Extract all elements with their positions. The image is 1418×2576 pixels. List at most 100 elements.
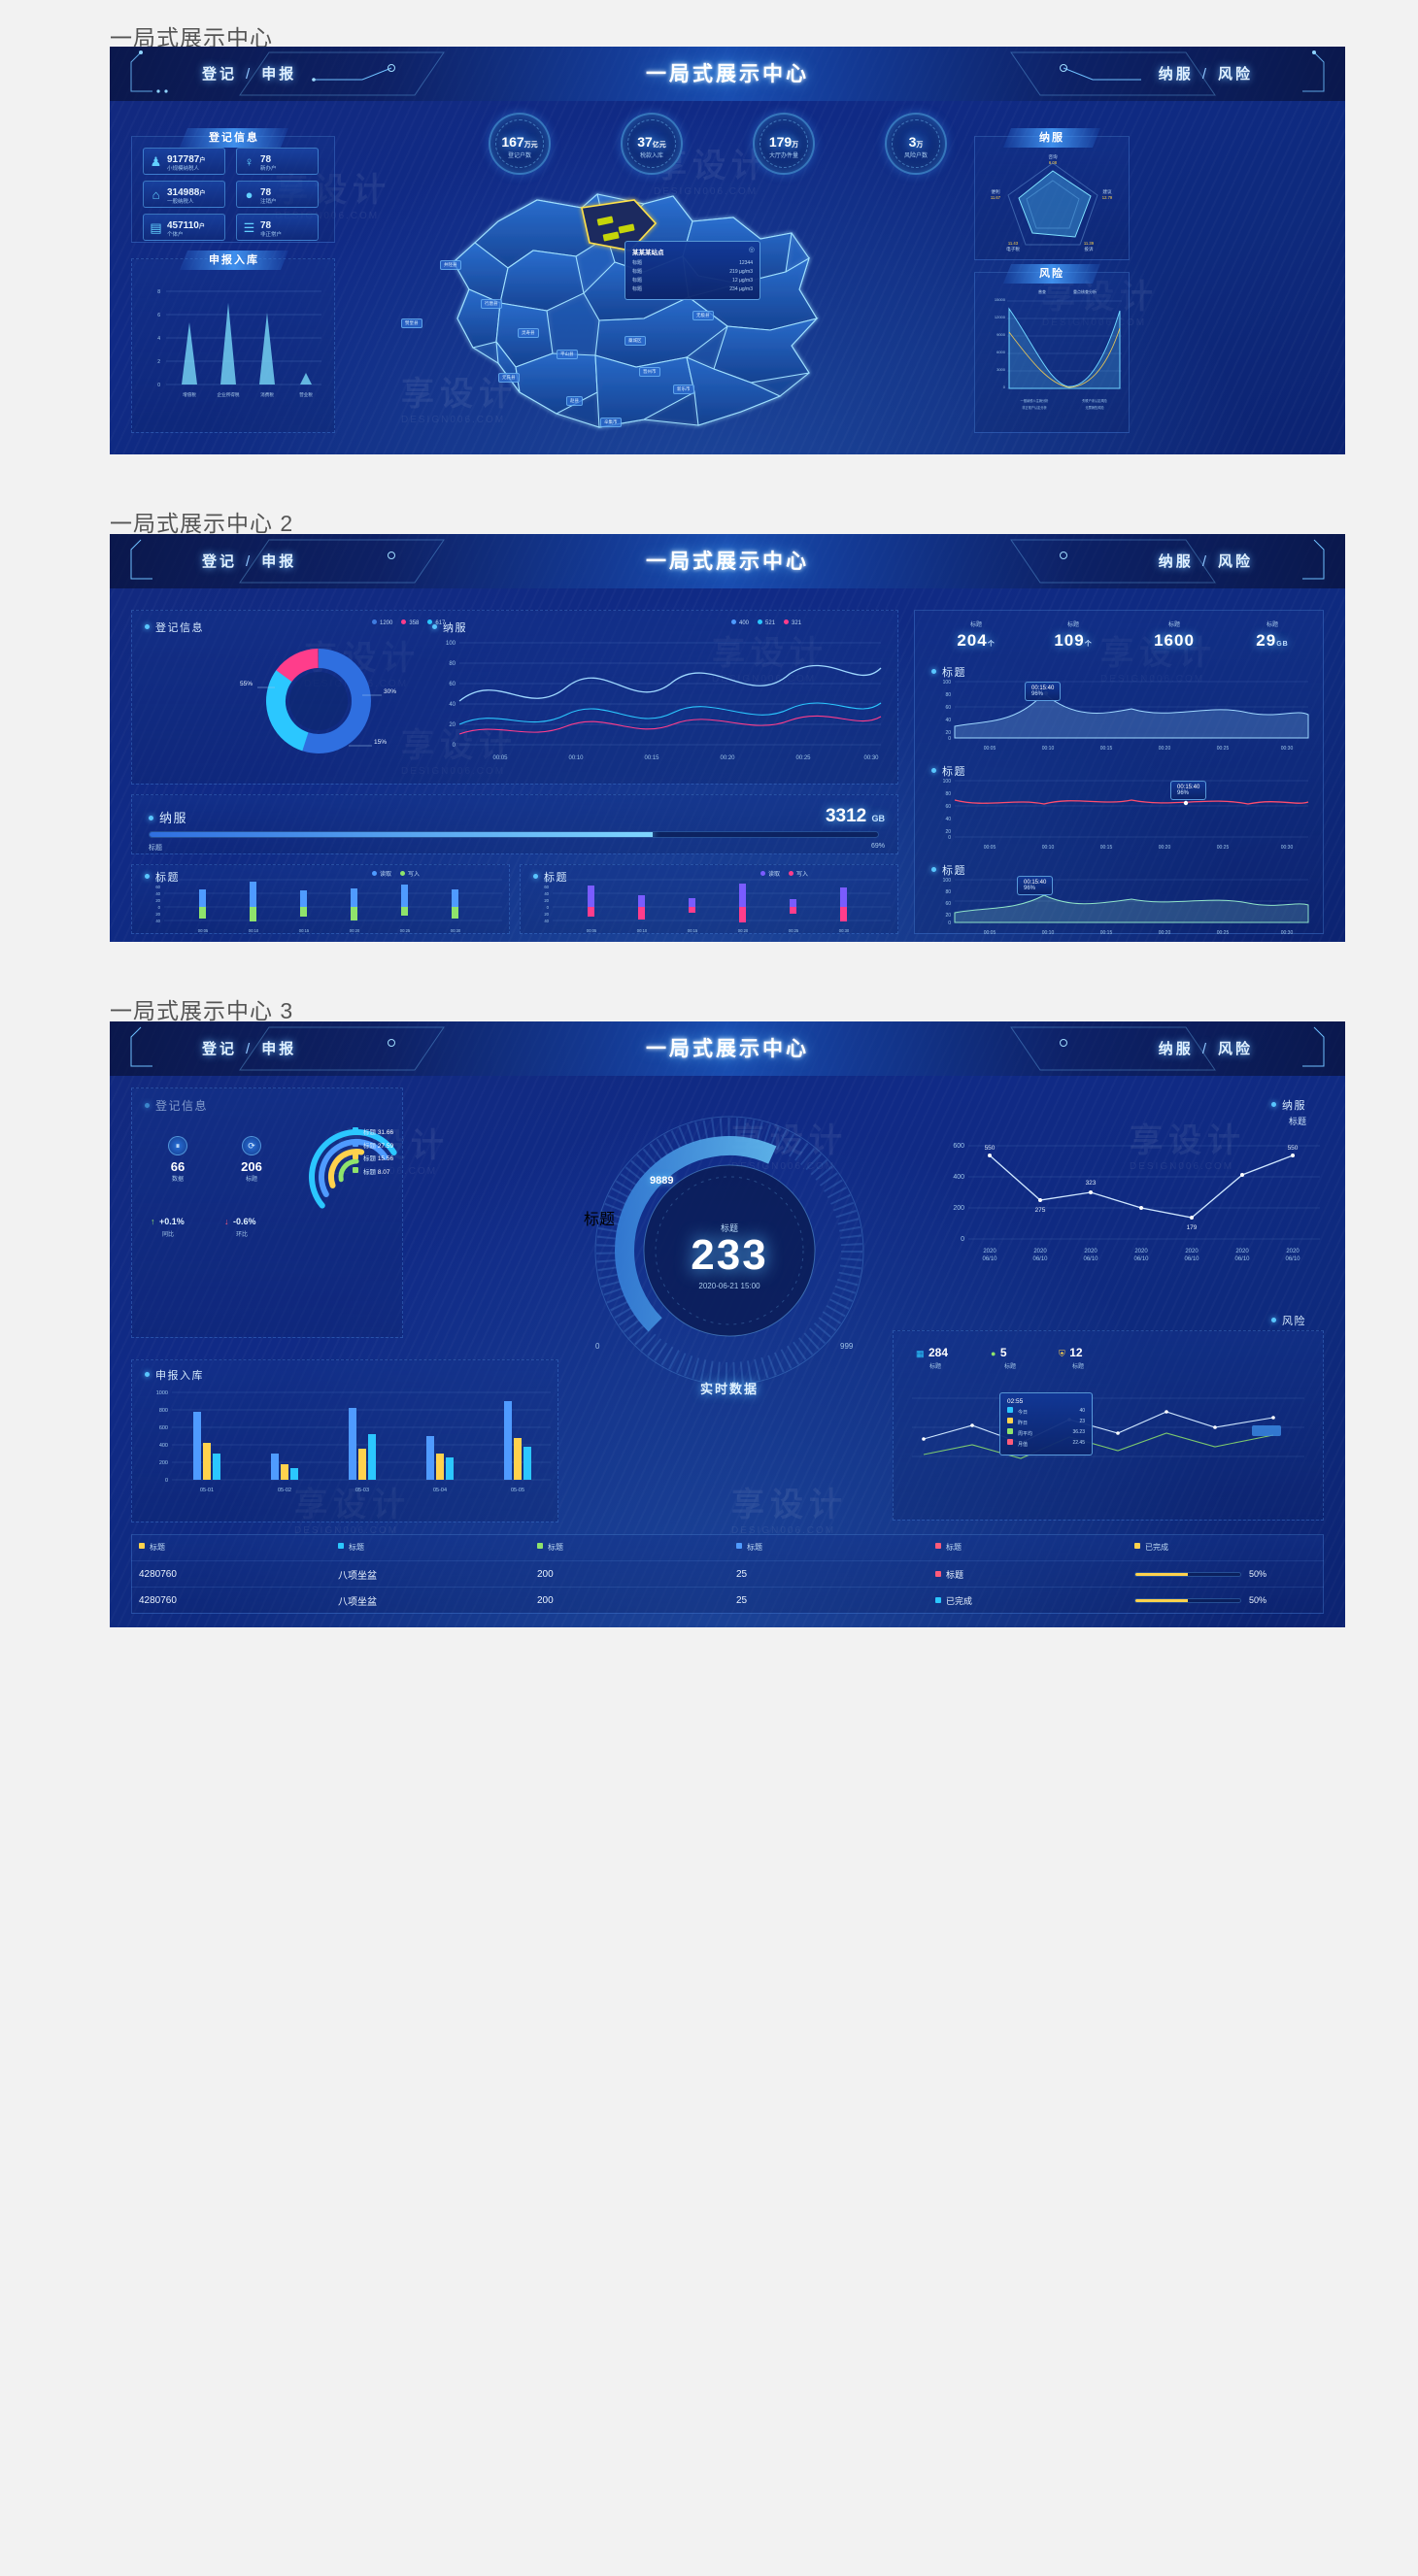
kpi-gauge-2[interactable]: 179万 大厅办件量 bbox=[753, 113, 815, 175]
cell: 50% bbox=[1127, 1595, 1324, 1605]
risk-kpi-0[interactable]: ▦ 284 标题 bbox=[916, 1344, 948, 1370]
svg-text:0: 0 bbox=[961, 1236, 964, 1243]
map-label[interactable]: 井陉县 bbox=[440, 260, 461, 270]
risk-line-chart[interactable] bbox=[902, 1379, 1314, 1495]
svg-text:建议: 建议 bbox=[1102, 188, 1112, 195]
nav-申报[interactable]: 申报 bbox=[261, 553, 296, 570]
map-label[interactable]: 平山县 bbox=[557, 350, 578, 359]
nav-登记[interactable]: 登记 bbox=[202, 66, 237, 83]
nav-left[interactable]: 登记 / 申报 bbox=[202, 551, 296, 571]
right-chart-2[interactable]: 100 80 60 200 00:05 00:10 00:15 00:20 00:25 00:3… bbox=[928, 874, 1312, 938]
map-tooltip[interactable]: ◎ 某某某站点 标题 12344 标题 219 µg/m3 标题 12 µg/m3 标… bbox=[625, 241, 760, 300]
stat-chip-1[interactable]: ♀ 78 新办户 bbox=[236, 148, 319, 175]
kpi-0[interactable]: 标题 204个 bbox=[931, 619, 1021, 651]
svg-text:40: 40 bbox=[155, 891, 160, 896]
nav-right[interactable]: 纳服 / 风险 bbox=[1159, 551, 1253, 571]
kpi-2[interactable]: 标题 1600 bbox=[1126, 619, 1223, 651]
data-table[interactable]: 标题 标题 标题 标题 标题 已完成 4280760 八项坐盆 200 25 标… bbox=[131, 1534, 1324, 1613]
bar-right-chart[interactable]: 80 60 40 20 0 20 40 00:05 00:10 00:15 00:20 00:25 0… bbox=[527, 876, 895, 936]
dashboard-title: 一局式展示中心 bbox=[646, 1038, 809, 1060]
nav-right[interactable]: 纳服 / 风险 bbox=[1159, 63, 1253, 84]
nav-登记[interactable]: 登记 bbox=[202, 1041, 237, 1057]
right-chart-0[interactable]: 100806040200 00:05 00:10 00:15 00:20 00:25 00… bbox=[928, 676, 1312, 755]
stat-chip-3[interactable]: ● 78 注销户 bbox=[236, 181, 319, 208]
kpi-1[interactable]: 标题 109个 bbox=[1029, 619, 1118, 651]
province-map[interactable] bbox=[353, 183, 955, 445]
svg-text:00:25: 00:25 bbox=[1217, 746, 1230, 752]
svg-text:20: 20 bbox=[155, 912, 160, 917]
nafu-progress-bar[interactable] bbox=[149, 831, 879, 838]
nav-登记[interactable]: 登记 bbox=[202, 553, 237, 570]
kpi-3[interactable]: 标题 29GB bbox=[1229, 619, 1316, 651]
svg-text:便利: 便利 bbox=[991, 188, 1000, 195]
svg-text:40: 40 bbox=[155, 919, 160, 923]
mini-kpi-1[interactable]: ⟳ 206 标题 bbox=[224, 1136, 279, 1183]
table-row[interactable]: 4280760 八项坐盆 200 25 已完成 50% bbox=[131, 1587, 1324, 1613]
svg-text:2020: 2020 bbox=[983, 1249, 996, 1255]
donut-chart[interactable]: 55% 30% 15% bbox=[236, 631, 401, 777]
stat-value: 457110户 bbox=[167, 219, 205, 231]
map-label[interactable]: 新乐市 bbox=[673, 385, 694, 394]
stat-chip-2[interactable]: ⌂ 314988户 一般纳税人 bbox=[143, 181, 225, 208]
delta-1[interactable]: ↓ -0.6% 环比 bbox=[224, 1212, 288, 1238]
svg-text:00:30: 00:30 bbox=[1281, 746, 1294, 752]
kpi-gauge-1[interactable]: 37亿元 税款入库 bbox=[621, 113, 683, 175]
map-label[interactable]: 行唐县 bbox=[481, 299, 502, 309]
legend-item: 标题 15.56 bbox=[353, 1153, 393, 1166]
map-label[interactable]: 无极县 bbox=[692, 311, 714, 320]
svg-text:普查: 普查 bbox=[1038, 288, 1046, 294]
nav-纳服[interactable]: 纳服 bbox=[1159, 553, 1194, 570]
nav-right[interactable]: 纳服 / 风险 bbox=[1159, 1038, 1253, 1058]
map-label[interactable]: 赞皇县 bbox=[401, 318, 422, 328]
nav-申报[interactable]: 申报 bbox=[261, 66, 296, 83]
map-label[interactable]: 藁城区 bbox=[625, 336, 646, 346]
svg-text:05-04: 05-04 bbox=[433, 1488, 447, 1493]
map-label[interactable]: 灵寿县 bbox=[518, 328, 539, 338]
map-label[interactable]: 辛集市 bbox=[600, 418, 622, 427]
table-row[interactable]: 4280760 八项坐盆 200 25 标题 50% bbox=[131, 1560, 1324, 1587]
delta-0[interactable]: ↑ +0.1% 同比 bbox=[151, 1212, 215, 1238]
risk-kpi-label: 标题 bbox=[1072, 1364, 1085, 1370]
chart-icon: ▦ bbox=[916, 1349, 925, 1358]
stat-chip-0[interactable]: ♟ 917787户 小规模纳税人 bbox=[143, 148, 225, 175]
nav-风险[interactable]: 风险 bbox=[1218, 1041, 1253, 1057]
svg-text:06/10: 06/10 bbox=[982, 1256, 997, 1262]
close-icon[interactable]: ◎ bbox=[749, 246, 755, 253]
nav-风险[interactable]: 风险 bbox=[1218, 66, 1253, 83]
svg-text:00:20: 00:20 bbox=[1159, 746, 1171, 752]
nav-纳服[interactable]: 纳服 bbox=[1159, 1041, 1194, 1057]
declare-bar-chart-3[interactable]: 1000 800 600 400 200 0 05-01 05-02 05-03 05-04 05… bbox=[139, 1383, 555, 1517]
svg-text:40: 40 bbox=[945, 817, 951, 822]
svg-text:20: 20 bbox=[544, 898, 549, 903]
nafu-line-chart[interactable]: 100 80 60 40 20 0 00:05 00:10 00:15 00:20 00:25 00… bbox=[430, 631, 887, 777]
kpi-gauge-0[interactable]: 167万元 登记户数 bbox=[489, 113, 551, 175]
nav-风险[interactable]: 风险 bbox=[1218, 553, 1253, 570]
kpi-label: 标题 bbox=[1066, 622, 1079, 628]
kpi-gauge-3[interactable]: 3万 风险户数 bbox=[885, 113, 947, 175]
declare-bar-chart[interactable]: 8 6 4 2 0 增值税 企业所得税 消费税 营业税 bbox=[143, 276, 325, 421]
nav-申报[interactable]: 申报 bbox=[261, 1041, 296, 1057]
risk-kpi-1[interactable]: ● 5 标题 bbox=[991, 1344, 1016, 1370]
map-label[interactable]: 元氏县 bbox=[498, 373, 520, 383]
risk-area-chart[interactable]: 15000 12000 9000 6000 3000 0 一般纳税人注销分析非正常户认定分… bbox=[980, 285, 1126, 429]
nav-纳服[interactable]: 纳服 bbox=[1159, 66, 1194, 83]
right-chart-1[interactable]: 100806040200 00:05 00:10 00:15 00:20 00:25 00… bbox=[928, 775, 1312, 854]
gauge-value: 37亿元 bbox=[637, 134, 666, 150]
risk-tooltip[interactable]: 02:55 今日 40 昨日 23 周平均 36.23 月值 22.45 bbox=[999, 1392, 1093, 1455]
svg-text:30%: 30% bbox=[384, 688, 396, 695]
svg-text:00:15: 00:15 bbox=[644, 755, 659, 761]
right-chart-0-tooltip: 00:15:40 96% bbox=[1025, 682, 1062, 701]
stat-chip-4[interactable]: ▤ 457110户 个体户 bbox=[143, 214, 225, 241]
radar-chart[interactable]: 咨询 建议投诉 电子税 便利 6.08 12.79 11.39 11.43 11.67 bbox=[982, 148, 1124, 254]
map-label[interactable]: 赵县 bbox=[566, 396, 583, 406]
nafu-line-chart-3[interactable]: 6004002000 550275323179550 202006/10 202… bbox=[935, 1128, 1324, 1274]
nav-left[interactable]: 登记 / 申报 bbox=[202, 63, 296, 84]
svg-text:00:05: 00:05 bbox=[984, 746, 996, 752]
map-label[interactable]: 晋州市 bbox=[639, 367, 660, 377]
svg-text:00:10: 00:10 bbox=[1042, 845, 1055, 851]
mini-kpi-0[interactable]: ⏸ 66 数据 bbox=[151, 1136, 205, 1183]
stat-chip-5[interactable]: ☰ 78 非正常户 bbox=[236, 214, 319, 241]
nav-left[interactable]: 登记 / 申报 bbox=[202, 1038, 296, 1058]
risk-kpi-2[interactable]: ⛨ 12 标题 bbox=[1059, 1344, 1084, 1370]
bar-left-chart[interactable]: 80 60 40 20 0 20 40 00:05 00:10 00:15 00:20 00:25 0… bbox=[139, 876, 506, 936]
